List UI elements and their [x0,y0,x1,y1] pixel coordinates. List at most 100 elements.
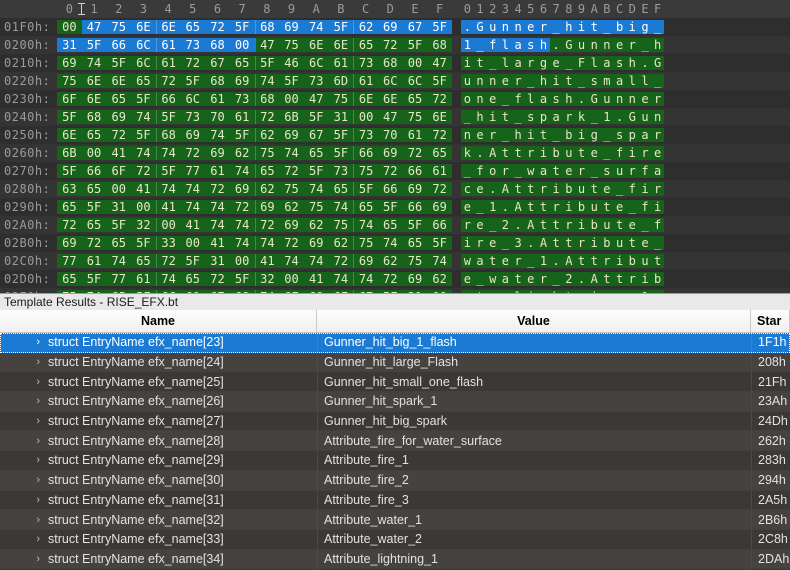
ascii-char[interactable]: e [613,38,626,52]
ascii-char[interactable]: r [651,92,664,106]
hex-byte[interactable]: 61 [328,56,354,70]
ascii-char[interactable]: r [511,254,525,268]
hex-byte[interactable]: 65 [303,146,329,160]
ascii-char[interactable]: e [638,236,652,250]
hex-byte[interactable]: 72 [57,218,82,232]
ascii-char[interactable]: u [613,164,626,178]
ascii-char[interactable]: . [499,200,512,214]
ascii-char[interactable]: 1 [461,38,474,52]
ascii-char[interactable]: . [473,146,487,160]
hex-byte[interactable]: 5F [254,56,280,70]
ascii-char[interactable]: t [524,182,538,196]
hex-byte[interactable]: 33 [155,236,181,250]
hex-byte[interactable]: 73 [353,56,378,70]
ascii-char[interactable]: b [600,236,614,250]
ascii-char[interactable]: r [486,128,500,142]
ascii-char[interactable]: e [473,128,487,142]
ascii-char[interactable]: w [461,254,474,268]
hex-byte[interactable]: 00 [229,254,255,268]
hex-row-bytes[interactable]: 69 74 5F 6C 61 72 67 65 5F 46 6C 61 73 68 00 47 [57,56,452,70]
hex-row-ascii[interactable]: i r e _ 3. At t r i b u t e _ [461,236,664,250]
ascii-char[interactable]: n [486,74,500,88]
hex-row[interactable]: 02A0h: 72 65 5F 32 00 41 74 74 72 69 62 75 74 65 5F 66 r e… [0,216,790,234]
hex-byte[interactable]: 73 [353,128,378,142]
ascii-char[interactable]: i [537,146,550,160]
hex-byte[interactable]: 66 [377,182,403,196]
ascii-char[interactable]: . [651,290,664,293]
hex-byte[interactable]: 74 [353,218,378,232]
ascii-char[interactable]: G [625,110,639,124]
hex-byte[interactable]: 75 [254,146,280,160]
ascii-char[interactable]: i [625,146,639,160]
ascii-char[interactable]: h [549,290,563,293]
ascii-char[interactable]: A [524,218,538,232]
ascii-char[interactable]: n [613,92,626,106]
ascii-char[interactable]: s [587,74,601,88]
ascii-char[interactable]: g [638,20,652,34]
ascii-char[interactable]: t [499,110,512,124]
ascii-char[interactable]: h [651,38,664,52]
hex-byte[interactable]: 65 [57,272,82,286]
ascii-char[interactable]: n [575,290,588,293]
hex-row-bytes[interactable]: 5F 68 69 74 5F 73 70 61 72 6B 5F 31 00 47 75 6E [57,110,452,124]
ascii-char[interactable]: e [549,56,563,70]
ascii-char[interactable]: e [461,200,474,214]
results-column-header[interactable]: Name Value Star [0,310,790,333]
ascii-char[interactable]: _ [600,146,614,160]
hex-byte[interactable]: 65 [106,236,132,250]
results-start-cell[interactable]: 1F1h [751,333,790,352]
ascii-char[interactable]: e [486,92,500,106]
results-start-cell[interactable]: 2C8h [751,529,790,549]
hex-row[interactable]: 0220h: 75 6E 6E 65 72 5F 68 69 74 5F 73 6D 61 6C 6C 5F u n… [0,72,790,90]
table-row[interactable]: › struct EntryName efx_name[29] Attribute_… [0,451,790,471]
hex-byte[interactable]: 69 [180,290,206,293]
hex-row[interactable]: 0270h: 5F 66 6F 72 5F 77 61 74 65 72 5F 73 75 72 66 61 _ f… [0,162,790,180]
ascii-char[interactable]: t [511,146,525,160]
ascii-char[interactable]: n [651,110,664,124]
hex-byte[interactable]: 41 [205,236,230,250]
ascii-char[interactable]: _ [651,20,664,34]
ascii-char[interactable]: w [486,272,500,286]
hex-byte[interactable]: 5F [155,164,181,178]
results-name-cell[interactable]: › struct EntryName efx_name[32] [0,510,317,529]
ascii-char[interactable]: t [549,236,563,250]
hex-row-ascii[interactable]: i t _ l a r g e _ Fl a s h. G [461,56,664,70]
ascii-char[interactable]: r [575,164,588,178]
ascii-char[interactable]: t [600,272,614,286]
hex-byte[interactable]: 31 [328,110,354,124]
ascii-char[interactable]: r [651,128,664,142]
hex-byte[interactable]: 74 [279,254,304,268]
hex-row-bytes[interactable]: 63 65 00 41 74 74 72 69 62 75 74 65 5F 66 69 72 [57,182,452,196]
hex-byte[interactable]: 6E [353,92,378,106]
hex-row-bytes[interactable]: 65 5F 77 61 74 65 72 5F 32 00 41 74 74 72 69 62 [57,272,452,286]
hex-row[interactable]: 02D0h: 65 5F 77 61 74 65 72 5F 32 00 41 74 74 72 69 62 e _… [0,270,790,288]
table-row[interactable]: › struct EntryName efx_name[25] Gunner_hit… [0,372,790,393]
ascii-char[interactable]: A [486,146,500,160]
results-value-cell[interactable]: Attribute_fire_2 [317,470,751,490]
hex-row-bytes[interactable]: 72 65 5F 32 00 41 74 74 72 69 62 75 74 65 5F 66 [57,218,452,232]
ascii-char[interactable]: a [549,110,563,124]
hex-byte[interactable]: 77 [180,164,206,178]
ascii-char[interactable]: e [600,182,614,196]
ascii-char[interactable]: b [587,218,601,232]
template-results-panel[interactable]: Name Value Star › struct EntryName efx_na… [0,310,790,570]
hex-row-ascii[interactable]: c e. At t r i b u t e _ f i r [461,182,664,196]
table-row[interactable]: › struct EntryName efx_name[34] Attribute_… [0,549,790,570]
hex-byte[interactable]: 00 [279,92,304,106]
hex-byte[interactable]: 5F [81,38,107,52]
ascii-char[interactable]: . [575,272,588,286]
ascii-char[interactable]: c [461,182,474,196]
ascii-char[interactable]: i [461,236,474,250]
hex-byte[interactable]: 65 [180,20,206,34]
ascii-char[interactable]: e [613,200,626,214]
ascii-char[interactable]: p [537,110,550,124]
hex-row-bytes[interactable]: 7574655F6C696768746E696E675F3100 [57,290,452,293]
results-name-cell[interactable]: › struct EntryName efx_name[24] [0,353,317,372]
ascii-char[interactable]: A [537,236,550,250]
ascii-char[interactable]: _ [499,290,512,293]
hex-byte[interactable]: 67 [402,20,428,34]
ascii-char[interactable]: _ [613,182,626,196]
hex-byte[interactable]: 31 [57,38,82,52]
hex-byte[interactable]: 65 [427,146,452,160]
ascii-char[interactable]: . [638,56,652,70]
